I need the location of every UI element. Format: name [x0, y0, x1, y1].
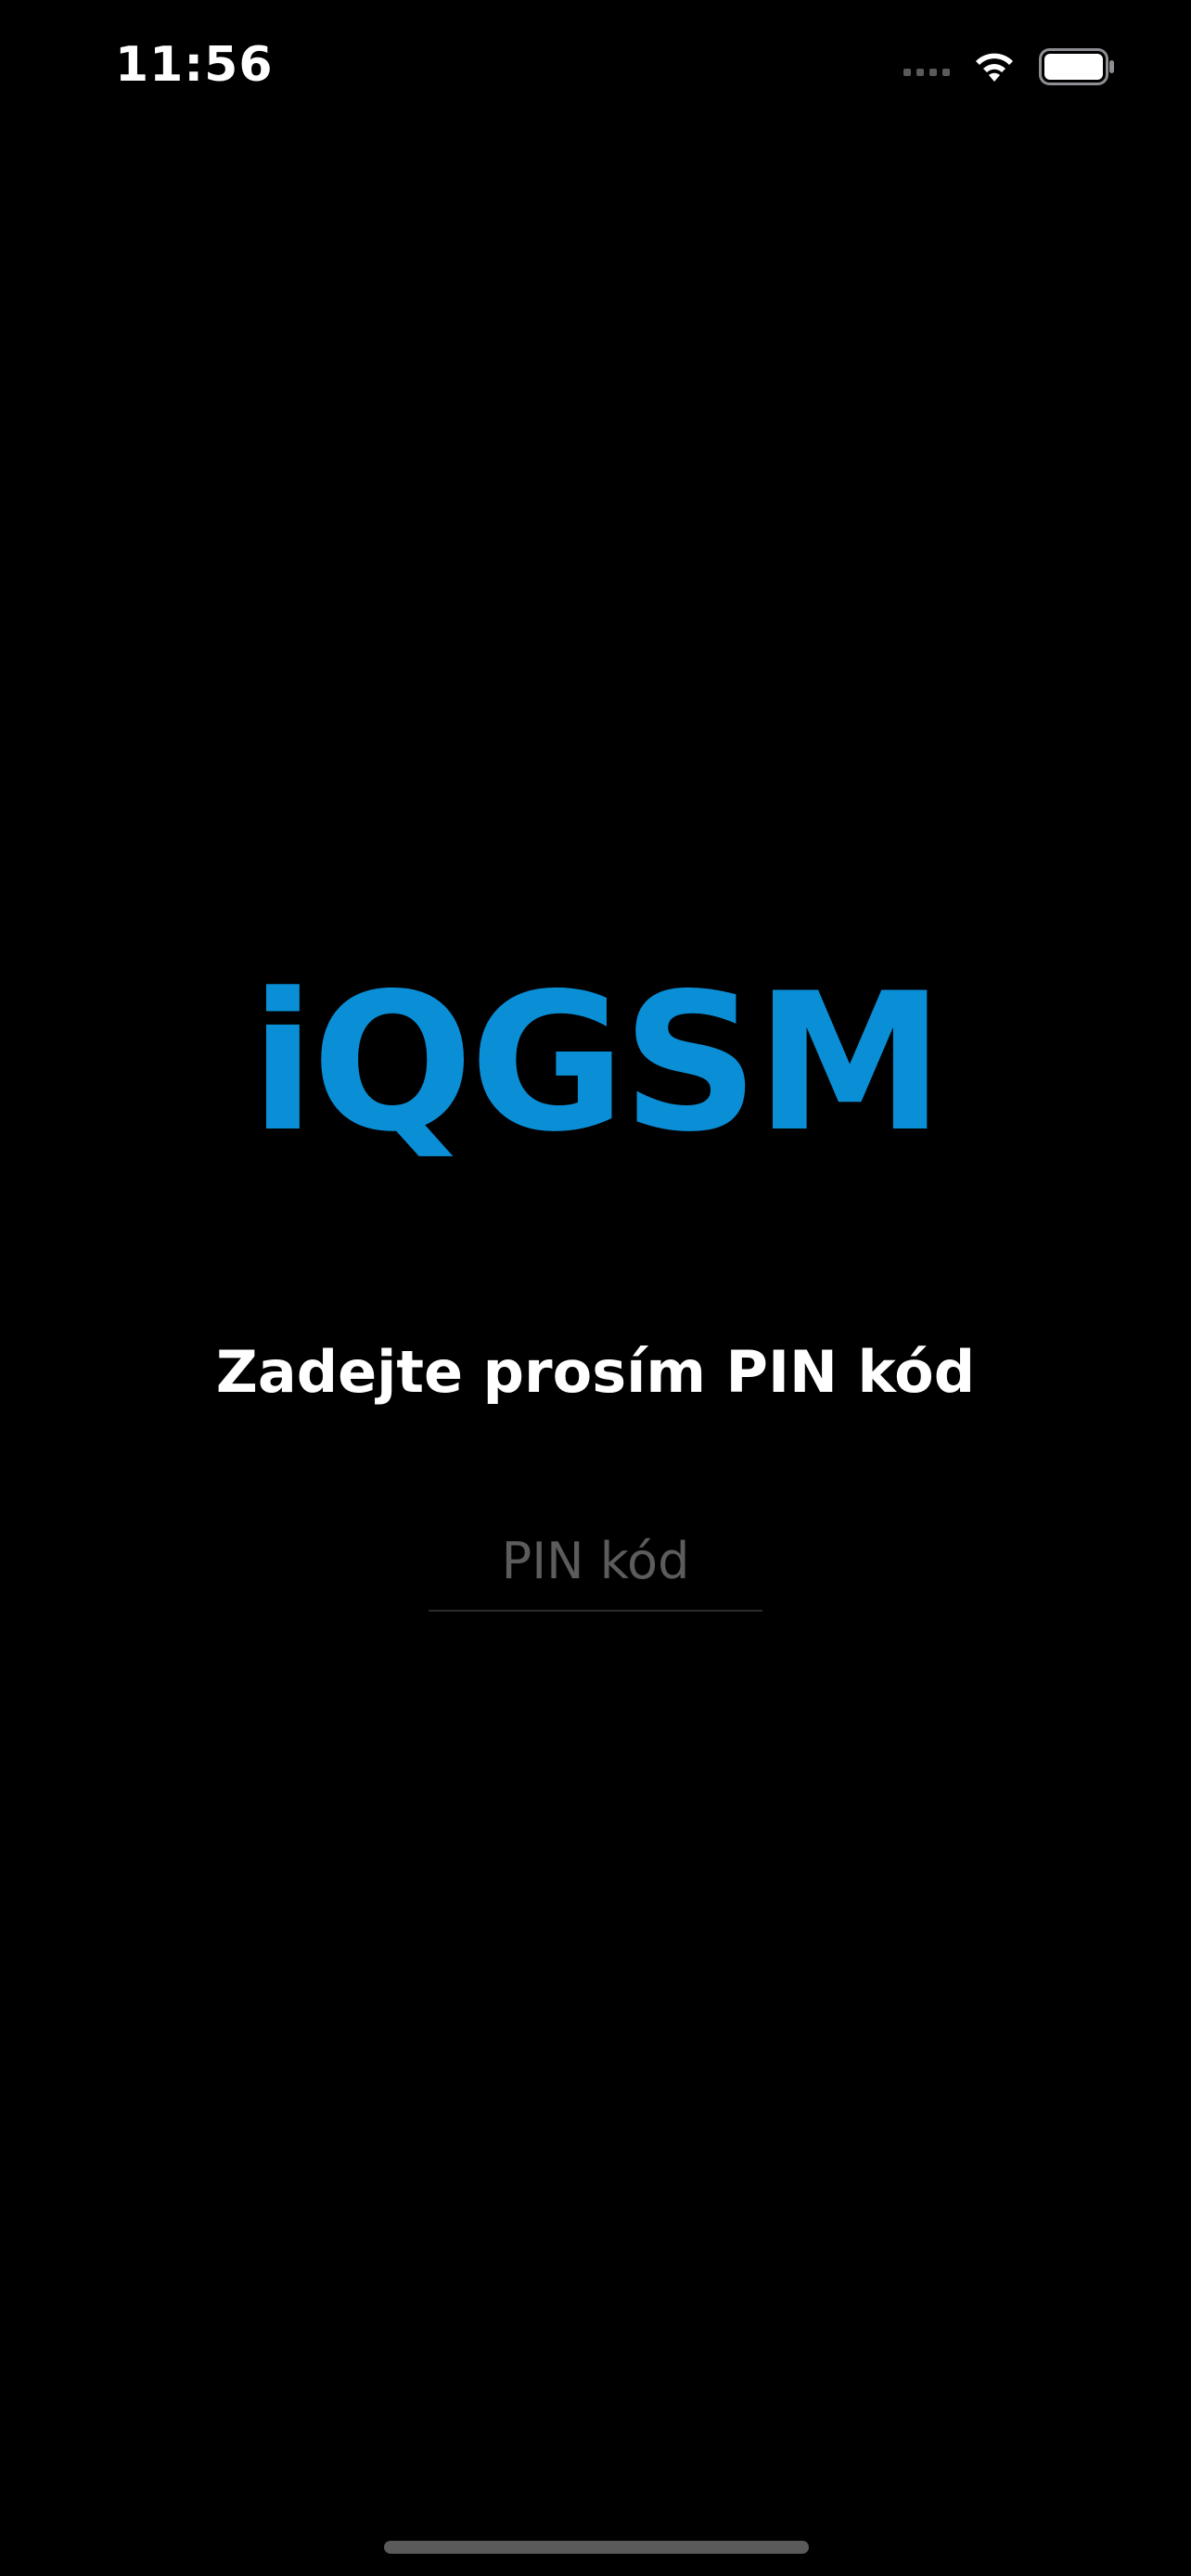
status-time: 11:56 — [115, 37, 274, 93]
battery-icon — [1039, 48, 1115, 85]
signal-dots-icon — [903, 69, 950, 76]
status-bar: 11:56 — [0, 0, 1191, 139]
home-indicator[interactable] — [384, 2541, 809, 2554]
pin-input[interactable] — [429, 1511, 762, 1610]
app-logo: iQGSM — [0, 969, 1191, 1159]
wifi-icon — [970, 48, 1018, 85]
status-icons — [903, 45, 1115, 89]
app-logo-text: iQGSM — [250, 953, 944, 1174]
pin-field[interactable] — [429, 1511, 762, 1612]
pin-prompt: Zadejte prosím PIN kód — [215, 1338, 976, 1406]
